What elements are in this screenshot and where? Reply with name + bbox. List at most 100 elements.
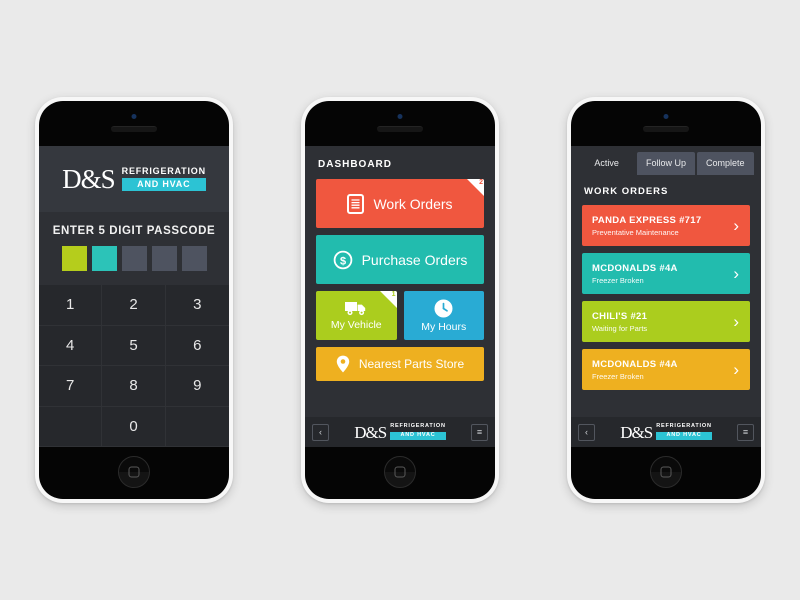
tab-complete[interactable]: Complete (696, 152, 754, 175)
phone-body: D&S REFRIGERATION AND HVAC ENTER 5 DIGIT… (39, 101, 229, 499)
work-order-name: PANDA EXPRESS #717 (592, 214, 702, 226)
passcode-slot-5 (181, 246, 207, 271)
home-button[interactable] (384, 456, 416, 488)
key-3[interactable]: 3 (165, 285, 229, 326)
key-2[interactable]: 2 (102, 285, 166, 326)
key-1[interactable]: 1 (39, 285, 103, 326)
work-order-row[interactable]: PANDA EXPRESS #717 Preventative Maintena… (582, 205, 750, 246)
back-button[interactable]: ‹ (312, 423, 329, 441)
tile-label-work-orders: Work Orders (373, 195, 453, 212)
dashboard-screen: DASHBOARD 2 Work Orders $ Purchase Order… (305, 146, 495, 447)
tile-work-orders[interactable]: 2 Work Orders (316, 179, 484, 228)
my-vehicle-badge-count: 1 (391, 291, 396, 298)
home-square-icon (394, 466, 406, 478)
tab-active[interactable]: Active (578, 152, 636, 175)
key-9[interactable]: 9 (165, 366, 229, 407)
back-button[interactable]: ‹ (578, 423, 595, 441)
tile-my-vehicle[interactable]: 1 My Vehicle (316, 291, 397, 340)
logo-text: REFRIGERATION AND HVAC (656, 423, 712, 440)
logo-line-refrigeration: REFRIGERATION (121, 166, 206, 176)
work-order-info: MCDONALDS #4A Freezer Broken (592, 263, 678, 285)
logo-text: REFRIGERATION AND HVAC (390, 423, 446, 440)
page-title: WORK ORDERS (584, 186, 669, 197)
passcode-prompt: ENTER 5 DIGIT PASSCODE (52, 225, 216, 237)
passcode-slot-3 (121, 246, 147, 271)
home-button[interactable] (118, 456, 150, 488)
home-square-icon (660, 466, 672, 478)
logo-mark: D&S (354, 422, 387, 442)
key-7[interactable]: 7 (39, 366, 103, 407)
phone-dashboard: DASHBOARD 2 Work Orders $ Purchase Order… (301, 97, 499, 503)
chevron-right-icon: › (733, 312, 739, 331)
work-order-row[interactable]: MCDONALDS #4A Freezer Broken › (582, 253, 750, 294)
key-0[interactable]: 0 (102, 406, 166, 447)
phone-top-bar (39, 101, 229, 146)
ds-logo: D&S REFRIGERATION AND HVAC (620, 422, 712, 442)
truck-icon (344, 300, 368, 316)
logo-line-refrigeration: REFRIGERATION (390, 423, 446, 429)
logo-line-refrigeration: REFRIGERATION (656, 423, 712, 429)
tile-my-hours[interactable]: My Hours (403, 291, 484, 340)
svg-text:$: $ (340, 255, 346, 267)
camera-icon (397, 114, 403, 119)
status-tabs: Active Follow Up Complete (571, 146, 761, 175)
logo-mark: D&S (620, 422, 653, 442)
work-order-row[interactable]: CHILI'S #21 Waiting for Parts › (582, 301, 750, 342)
page-title: DASHBOARD (318, 159, 392, 170)
phone-bottom-bar (39, 447, 229, 499)
numeric-keypad[interactable]: 1 2 3 4 5 6 7 8 9 0 (39, 285, 229, 447)
tab-follow-up[interactable]: Follow Up (637, 152, 695, 175)
bottom-navigation-bar: ‹ D&S REFRIGERATION AND HVAC ≡ (305, 417, 495, 447)
camera-icon (131, 114, 137, 119)
home-button[interactable] (650, 456, 682, 488)
phone-bottom-bar (305, 447, 495, 499)
work-order-status: Waiting for Parts (592, 323, 648, 333)
menu-button[interactable]: ≡ (737, 423, 754, 441)
menu-button[interactable]: ≡ (471, 423, 488, 441)
work-order-row[interactable]: MCDONALDS #4A Freezer Broken › (582, 349, 750, 390)
clock-icon (434, 299, 453, 318)
phone-body: Active Follow Up Complete WORK ORDERS PA… (571, 101, 761, 499)
tile-label-nearest-parts-store: Nearest Parts Store (358, 357, 465, 371)
tile-nearest-parts-store[interactable]: Nearest Parts Store (316, 347, 484, 381)
key-blank-right (165, 407, 229, 447)
tile-purchase-orders[interactable]: $ Purchase Orders (316, 235, 484, 284)
dashboard-tile-row: 1 My Vehicle My Hours (316, 291, 484, 340)
ds-logo: D&S REFRIGERATION AND HVAC (354, 422, 446, 442)
key-8[interactable]: 8 (102, 366, 166, 407)
key-blank-left (39, 406, 103, 447)
work-order-name: MCDONALDS #4A (592, 358, 678, 370)
logo-text: REFRIGERATION AND HVAC (121, 166, 206, 191)
dashboard-tiles: 2 Work Orders $ Purchase Orders 1 My Veh… (305, 179, 495, 381)
work-order-info: MCDONALDS #4A Freezer Broken (592, 359, 678, 381)
document-icon (347, 193, 365, 214)
tile-label-purchase-orders: Purchase Orders (361, 251, 468, 268)
app-header: D&S REFRIGERATION AND HVAC (39, 146, 229, 212)
passcode-slots (39, 246, 229, 285)
phone-top-bar (571, 101, 761, 146)
work-order-info: CHILI'S #21 Waiting for Parts (592, 311, 647, 333)
logo-mark: D&S (62, 163, 116, 194)
work-order-name: CHILI'S #21 (592, 310, 648, 322)
key-4[interactable]: 4 (39, 325, 103, 366)
phone-work-orders: Active Follow Up Complete WORK ORDERS PA… (567, 97, 765, 503)
tile-label-my-vehicle: My Vehicle (330, 319, 382, 331)
logo-line-hvac: AND HVAC (656, 431, 712, 440)
speaker-grille-icon (111, 126, 157, 132)
passcode-slot-4 (151, 246, 177, 271)
ds-logo: D&S REFRIGERATION AND HVAC (62, 163, 206, 194)
work-order-status: Freezer Broken (592, 275, 644, 285)
speaker-grille-icon (377, 126, 423, 132)
work-order-info: PANDA EXPRESS #717 Preventative Maintena… (592, 215, 701, 237)
chevron-right-icon: › (733, 216, 739, 235)
key-5[interactable]: 5 (102, 325, 166, 366)
speaker-grille-icon (643, 126, 689, 132)
key-6[interactable]: 6 (165, 326, 229, 366)
passcode-slot-1 (61, 246, 87, 271)
work-order-status: Freezer Broken (592, 371, 644, 381)
logo-line-hvac: AND HVAC (390, 431, 446, 440)
phone-body: DASHBOARD 2 Work Orders $ Purchase Order… (305, 101, 495, 499)
phone-passcode: D&S REFRIGERATION AND HVAC ENTER 5 DIGIT… (35, 97, 233, 503)
work-orders-screen: Active Follow Up Complete WORK ORDERS PA… (571, 146, 761, 447)
home-square-icon (128, 466, 140, 478)
